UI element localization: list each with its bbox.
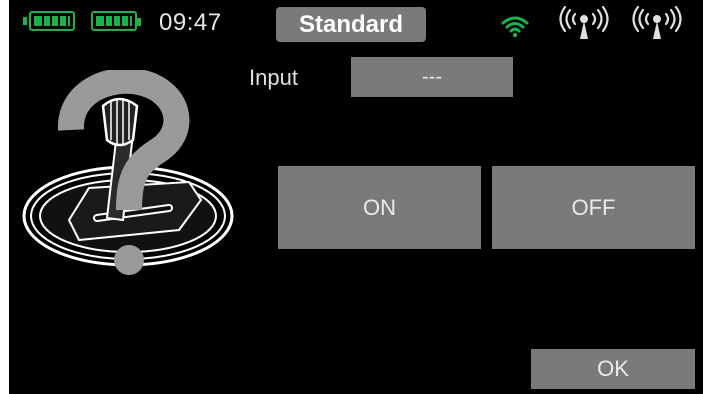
input-selector[interactable]: --- [351, 57, 513, 97]
clock: 09:47 [159, 9, 222, 36]
battery-icon [29, 11, 75, 31]
unknown-stick-icon [22, 70, 234, 275]
ok-button[interactable]: OK [531, 349, 695, 389]
battery-terminal [23, 17, 27, 25]
wifi-icon [501, 16, 529, 38]
screen: 09:47 Standard Input --- ON OFF OK [9, 0, 703, 394]
status-bar: 09:47 Standard [9, 0, 703, 46]
antenna-icon [559, 6, 609, 39]
off-button[interactable]: OFF [492, 166, 695, 249]
antenna-icon [632, 6, 682, 39]
battery-icon [91, 11, 141, 31]
input-label: Input [249, 65, 298, 90]
on-button[interactable]: ON [278, 166, 481, 249]
model-name-button[interactable]: Standard [276, 7, 426, 42]
